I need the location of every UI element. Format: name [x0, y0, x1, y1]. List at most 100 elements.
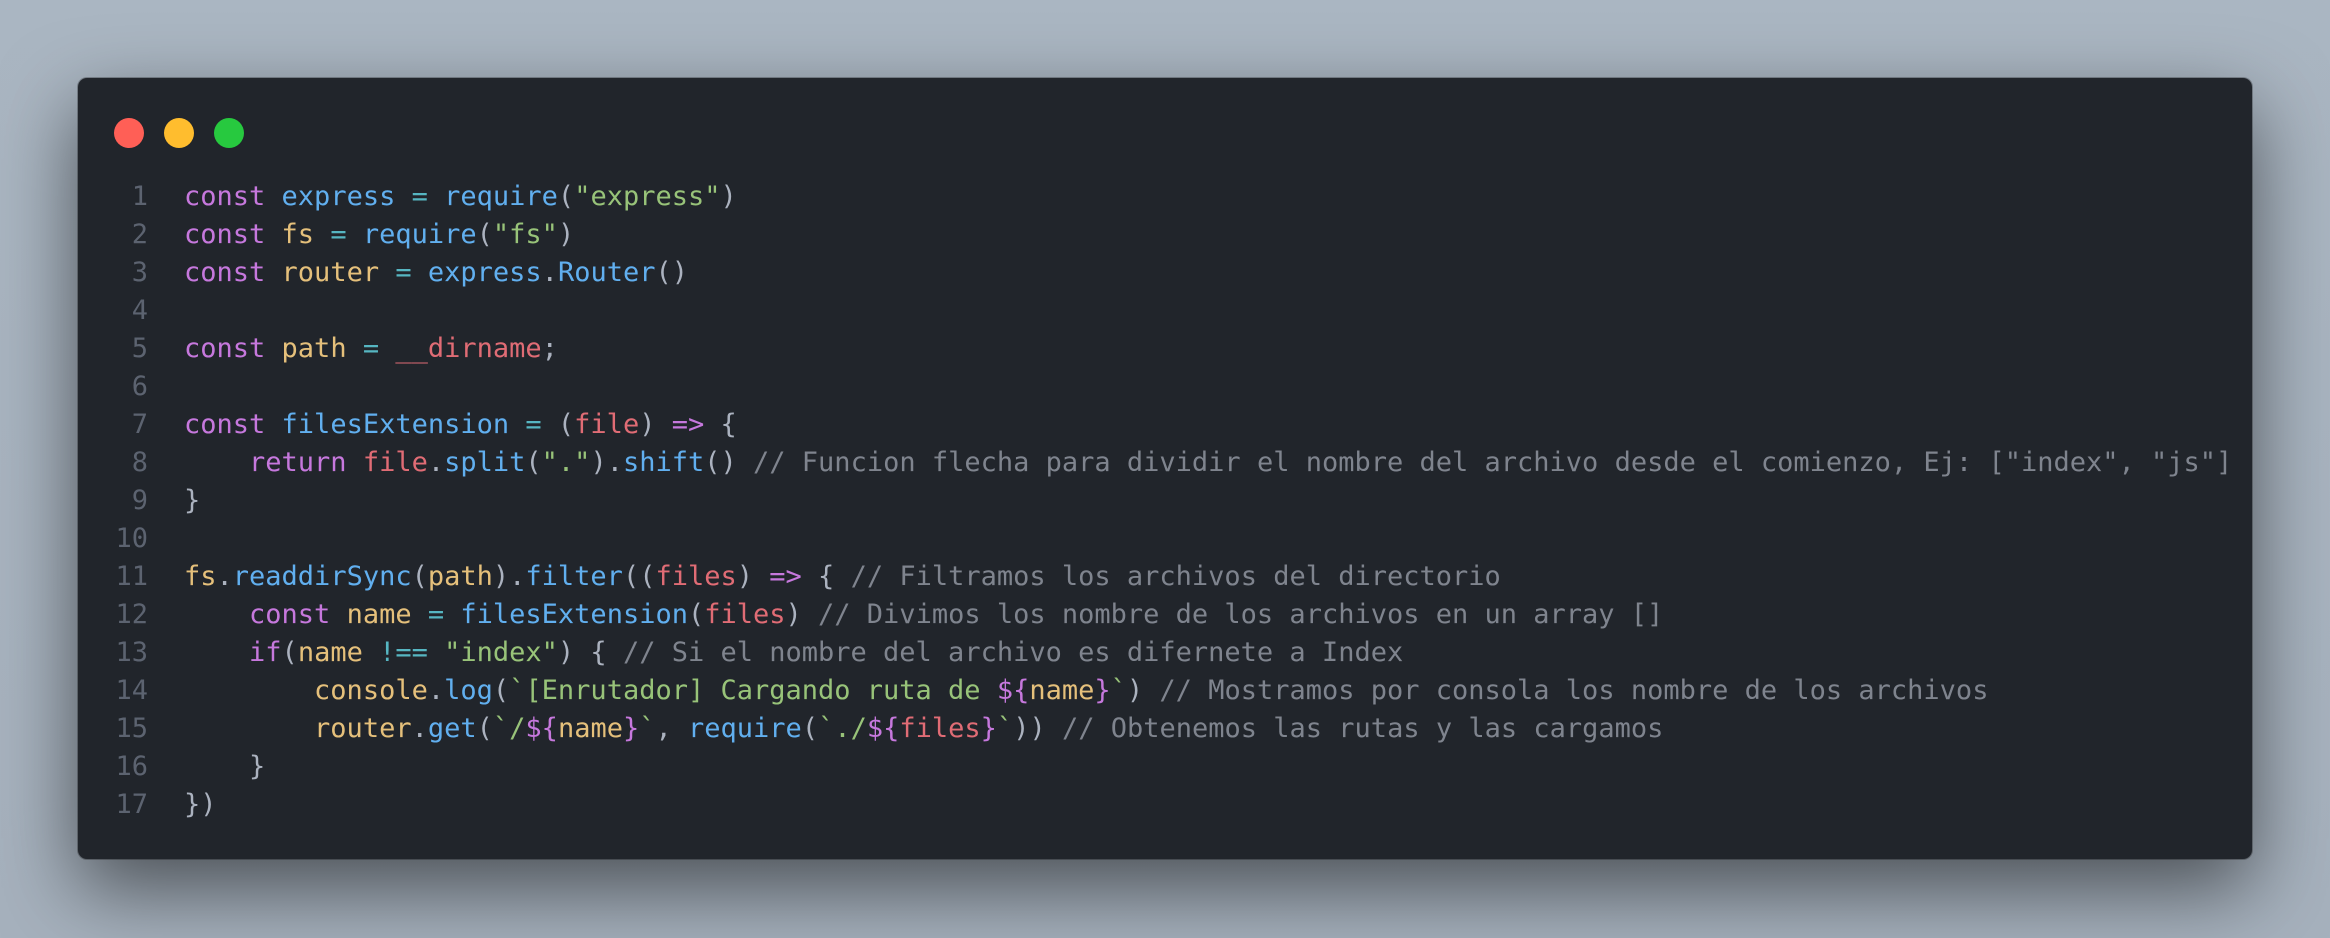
- code-token: ".": [541, 447, 591, 478]
- code-token: name: [297, 637, 363, 668]
- code-token: files: [655, 561, 737, 592]
- code-token: filesExtension: [460, 599, 688, 630]
- code-token: )): [1013, 713, 1046, 744]
- code-token: return: [249, 447, 363, 478]
- code-token: .: [427, 675, 445, 706]
- code-token: (: [476, 713, 493, 744]
- code-token: express: [427, 257, 542, 288]
- code-token: router: [281, 257, 380, 288]
- code-token: path: [427, 561, 493, 592]
- line-number: 17: [115, 789, 148, 820]
- code-line: 8 return file.split(".").shift() // Func…: [78, 444, 2233, 482]
- line-number: 9: [131, 485, 148, 516]
- line-code: const path = __dirname;: [184, 330, 558, 368]
- line-number: 14: [115, 675, 148, 706]
- line-number: 2: [131, 219, 148, 250]
- code-token: const: [184, 181, 282, 212]
- code-token: (): [704, 447, 754, 478]
- line-code: const express = require("express"): [184, 178, 737, 216]
- code-token: const: [249, 599, 347, 630]
- code-token: =: [395, 181, 445, 212]
- code-line: 9}: [78, 482, 2232, 520]
- code-line: 6: [78, 368, 2232, 406]
- code-token: (): [655, 257, 688, 288]
- code-token: (: [557, 181, 575, 212]
- code-token: split: [444, 447, 526, 478]
- code-token: (: [492, 675, 510, 706]
- code-token: }: [1094, 675, 1111, 706]
- code-token: ${: [525, 713, 558, 744]
- line-number: 10: [115, 523, 148, 554]
- code-token: // Funcion flecha para dividir el nombre…: [753, 447, 2233, 478]
- code-token: path: [281, 333, 347, 364]
- code-line: 11 fs.readdirSync(path).filter((files) =>…: [78, 558, 2232, 596]
- code-token: const: [184, 409, 282, 440]
- line-code: const router = express.Router(): [184, 254, 688, 292]
- line-number: 3: [131, 257, 148, 288]
- line-code: const filesExtension = (file) => {: [184, 406, 737, 444]
- code-token: file: [362, 447, 428, 478]
- line-number: 11: [115, 561, 148, 592]
- code-line: 1 const express = require("express"): [78, 178, 2232, 216]
- code-token: !==: [362, 637, 445, 668]
- code-token: .: [541, 257, 558, 288]
- code-editor: 1 const express = require("express") 2 cons…: [78, 178, 2232, 824]
- code-token: `[Enrutador] Cargando ruta de: [509, 675, 997, 706]
- code-line: 14 console.log(`[Enrutador] Cargando rut…: [78, 672, 2232, 710]
- code-token: require: [688, 713, 802, 744]
- code-token: ): [736, 561, 770, 592]
- code-token: =: [346, 333, 396, 364]
- line-code: }): [184, 786, 217, 824]
- code-token: (: [476, 219, 493, 250]
- code-token: Router: [557, 257, 656, 288]
- code-token: express: [281, 181, 396, 212]
- code-token: =: [314, 219, 363, 250]
- code-token: fs: [184, 561, 217, 592]
- maximize-button-icon[interactable]: [214, 118, 244, 148]
- code-window: 1 const express = require("express") 2 cons…: [78, 78, 2252, 859]
- code-token: require: [362, 219, 477, 250]
- line-number: 15: [115, 713, 148, 744]
- code-token: =>: [671, 409, 705, 440]
- code-token: .: [411, 713, 428, 744]
- code-token: name: [557, 713, 623, 744]
- code-token: =>: [769, 561, 802, 592]
- code-line: 13 if(name !== "index") { // Si el nombr…: [78, 634, 2232, 672]
- code-token: const: [184, 333, 282, 364]
- code-token: =: [379, 257, 428, 288]
- line-code: }: [184, 748, 265, 786]
- minimize-button-icon[interactable]: [164, 118, 194, 148]
- close-button-icon[interactable]: [114, 118, 144, 148]
- code-token: files: [899, 713, 981, 744]
- code-token: console: [314, 675, 428, 706]
- code-token: const: [184, 257, 282, 288]
- code-token: readdirSync: [232, 561, 412, 592]
- code-token: {: [801, 561, 851, 592]
- code-token: router: [314, 713, 412, 744]
- code-token: =: [411, 599, 461, 630]
- code-line: 16 }: [78, 748, 2232, 786]
- code-token: (: [801, 713, 819, 744]
- code-line: 5 const path = __dirname;: [78, 330, 2232, 368]
- code-token: ): [639, 409, 672, 440]
- code-token: (: [411, 561, 428, 592]
- code-token: file: [574, 409, 640, 440]
- code-token: ${: [996, 675, 1030, 706]
- line-code: const fs = require("fs"): [184, 216, 574, 254]
- code-line: 2 const fs = require("fs"): [78, 216, 2232, 254]
- code-token: }: [622, 713, 640, 744]
- code-line: 17}): [78, 786, 2232, 824]
- code-token: ${: [866, 713, 900, 744]
- code-line: 12 const name = filesExtension(files) //…: [78, 596, 2232, 634]
- code-token: ): [785, 599, 819, 630]
- code-token: if: [249, 637, 282, 668]
- code-line: 4: [78, 292, 2232, 330]
- code-token: "index": [444, 637, 558, 668]
- code-token: filter: [525, 561, 623, 592]
- code-token: `: [1110, 675, 1127, 706]
- code-token: .: [427, 447, 445, 478]
- code-token: }: [184, 485, 201, 516]
- code-token: "express": [574, 181, 721, 212]
